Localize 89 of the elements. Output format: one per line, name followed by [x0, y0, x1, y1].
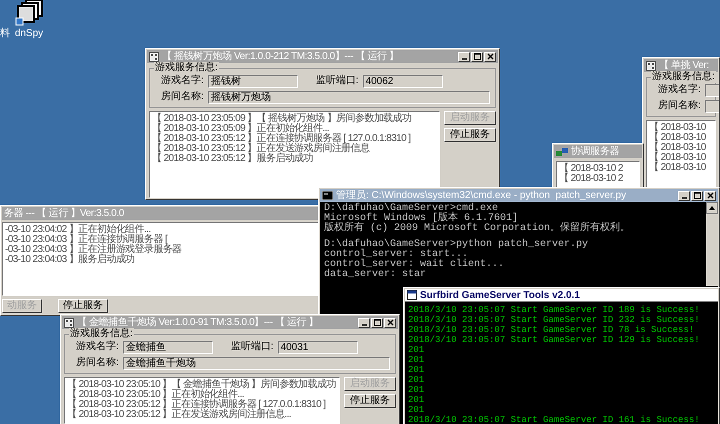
- console-line: data_server: star: [324, 270, 426, 280]
- close-button[interactable]: [484, 52, 496, 62]
- action-button[interactable]: 停止服务: [444, 128, 496, 142]
- log-line: -03-10 23:04:03 】服务启动成功: [5, 255, 135, 265]
- log-line: 【 2018-03-10: [649, 123, 706, 133]
- log-line: 【 2018-03-10 23:05:12 】服务启动成功: [152, 154, 314, 164]
- log-line: 【 2018-03-10 23:05:12 】正在连接协调服务器 [ 127.0.0.1:8310 ]: [67, 400, 326, 410]
- action-button[interactable]: 停止服务: [58, 299, 108, 313]
- log-line: 【 2018-03-10 23:05:09 】【 摇钱树万炮场 】房间参数加载成功: [152, 114, 412, 124]
- log-line: 【 2018-03-10 23:05:10 】【 金蟾捕鱼千炮场 】房间参数加载成功: [67, 380, 336, 390]
- console-line: 201: [408, 355, 424, 365]
- log-line: -03-10 23:04:03 】正在连接协调服务器 [: [5, 235, 168, 245]
- stacked-windows-icon[interactable]: [14, 0, 44, 26]
- field-label: 游戏名字:: [658, 84, 701, 96]
- app-icon: [64, 318, 74, 328]
- log-line: 【 2018-03-10: [649, 153, 706, 163]
- console-line: D:\dafuhao\GameServer>python patch_server.py: [324, 240, 588, 250]
- app-icon: [646, 60, 656, 70]
- minimize-button[interactable]: [458, 52, 470, 62]
- console-line: 201: [408, 345, 424, 355]
- window-title: 管理员: C:\Windows\system32\cmd.exe - python patch_server.py: [336, 189, 626, 202]
- field-label: 房间名称:: [658, 100, 701, 112]
- scrollbar[interactable]: [706, 202, 718, 286]
- console-line: 201: [408, 365, 424, 375]
- log-line: 【 2018-03-10 2: [559, 164, 623, 174]
- console-line: 2018/3/10 23:05:07 Start GameServer ID 129 is Success!: [408, 335, 700, 345]
- field-label: 游戏名字:: [76, 341, 119, 353]
- close-icon: [486, 53, 494, 60]
- text-field[interactable]: 40031: [278, 340, 358, 354]
- log-line: 【 2018-03-10 23:05:12 】正在发送游戏房间注册信息: [152, 144, 370, 154]
- log-line: 【 2018-03-10 23:05:12 】正在发送游戏房间注册信息...: [67, 410, 291, 420]
- action-button[interactable]: 停止服务: [344, 394, 396, 408]
- console-line: 2018/3/10 23:05:07 Start GameServer ID 232 is Success!: [408, 315, 700, 325]
- console-line: 201: [408, 395, 424, 405]
- console-line: 2018/3/10 23:05:07 Start GameServer ID 189 is Success!: [408, 305, 700, 315]
- field-label: 游戏名字:: [161, 75, 204, 87]
- close-button[interactable]: [384, 318, 396, 328]
- log-line: 【 2018-03-10 23:05:10 】正在初始化组件...: [67, 390, 244, 400]
- group-title: 游戏服务信息:: [154, 62, 219, 74]
- window-title: 务器 --- 【 运行 】Ver:3.5.0.0: [4, 207, 124, 220]
- console-line: 201: [408, 385, 424, 395]
- console-line: control_server: wait client...: [324, 260, 504, 270]
- text-field[interactable]: 摇钱树万炮场: [208, 90, 490, 104]
- text-field[interactable]: 金蟾捕鱼: [122, 340, 213, 354]
- maximize-button[interactable]: [471, 52, 483, 62]
- console-line: 201: [408, 405, 424, 415]
- close-icon: [706, 192, 714, 199]
- field-label: 房间名称:: [76, 357, 119, 369]
- log-line: -03-10 23:04:02 】正在初始化组件...: [5, 225, 151, 235]
- group-title: 游戏服务信息:: [69, 328, 134, 340]
- log-line: 【 2018-03-10: [649, 133, 706, 143]
- icon-label: 料: [0, 28, 10, 40]
- group-title: 游戏服务信息:: [651, 71, 716, 83]
- log-line: 【 2018-03-10 23:05:12 】正在连接协调服务器 [ 127.0.0.1:8310 ]: [152, 134, 410, 144]
- field-label: 房间名称:: [161, 91, 204, 103]
- console-line: control_server: start...: [324, 250, 468, 260]
- log-line: 【 2018-03-10 23:05:09 】正在初始化组件...: [152, 124, 329, 134]
- maximize-icon: [374, 319, 380, 326]
- window-title: Surfbird GameServer Tools v2.0.1: [420, 288, 580, 302]
- field-label: 监听端口:: [230, 341, 274, 353]
- window-title: 【 单挑 Ver:: [659, 59, 709, 71]
- minimize-button[interactable]: [678, 190, 690, 200]
- maximize-button[interactable]: [691, 190, 703, 200]
- maximize-icon: [474, 53, 480, 60]
- icon-label: dnSpy: [14, 28, 44, 40]
- log-line: 【 2018-03-10: [649, 143, 706, 153]
- window-title: 协调服务器: [571, 145, 620, 158]
- text-field[interactable]: 40062: [362, 74, 443, 88]
- maximize-button[interactable]: [371, 318, 383, 328]
- app-icon: [149, 52, 159, 62]
- log-line: 【 2018-03-10 2: [559, 174, 623, 184]
- scroll-up-icon[interactable]: [706, 202, 718, 214]
- maximize-icon: [694, 192, 700, 199]
- log-line: 【 2018-03-10: [649, 163, 706, 173]
- console-line: 版权所有 (c) 2009 Microsoft Corporation。保留所有权利。: [324, 224, 630, 234]
- close-button[interactable]: [704, 190, 716, 200]
- console-line: 2018/3/10 23:05:07 Start GameServer ID 78 is Success!: [408, 325, 694, 335]
- close-icon: [386, 319, 394, 326]
- text-field[interactable]: 摇钱树: [208, 74, 298, 88]
- console-icon: [322, 191, 333, 200]
- text-field[interactable]: 金蟾捕鱼千炮场: [122, 356, 390, 370]
- log-line: -03-10 23:04:03 】正在注册游戏登录服务器: [5, 245, 182, 255]
- network-icon: [556, 146, 568, 156]
- console-line: 201: [408, 375, 424, 385]
- window-title: 【 金蟾捕鱼千炮场 Ver:1.0.0-91 TM:3.5.0.0】--- 【 运行 】: [77, 316, 318, 328]
- console-line: 2018/3/10 23:05:07 Start GameServer ID 161 is Success!: [408, 415, 700, 424]
- window-title: 【 摇钱树万炮场 Ver:1.0.0-212 TM:3.5.0.0】--- 【 运行 】: [162, 50, 399, 62]
- minimize-button[interactable]: [358, 318, 370, 328]
- field-label: 监听端口:: [316, 75, 359, 87]
